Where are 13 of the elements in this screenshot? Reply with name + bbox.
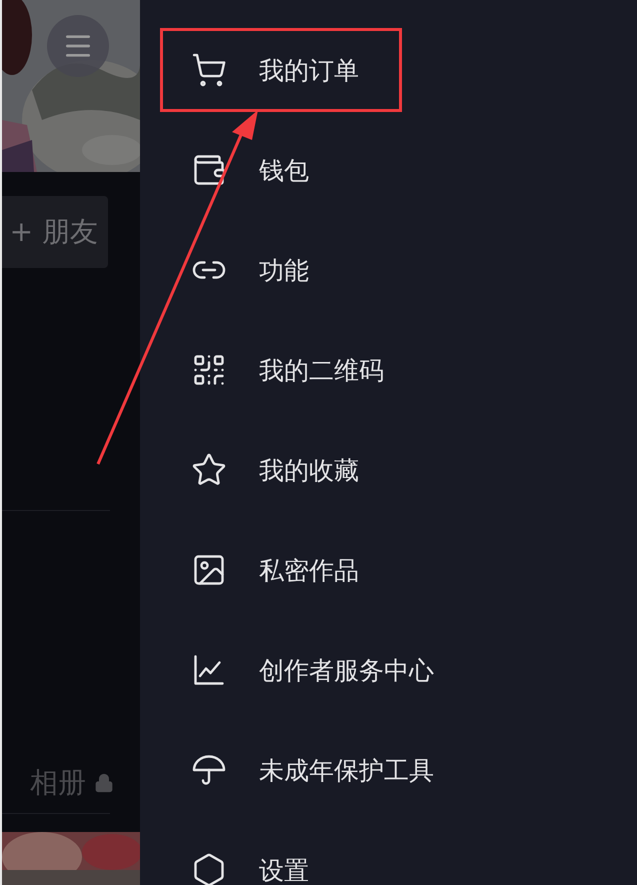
menu-item[interactable]: 我的订单 [160, 28, 402, 112]
lock-icon [94, 773, 114, 793]
menu-item[interactable]: 私密作品 [160, 528, 402, 612]
menu-item[interactable]: 创作者服务中心 [160, 628, 449, 712]
menu-item[interactable]: 钱包 [160, 128, 402, 212]
star-icon [191, 452, 227, 488]
album-label: 相册 [30, 765, 86, 801]
menu-item[interactable]: 功能 [160, 228, 402, 312]
menu-item[interactable]: 我的收藏 [160, 428, 402, 512]
menu-item[interactable]: 未成年保护工具 [160, 728, 449, 812]
menu-item[interactable]: 我的二维码 [160, 328, 402, 412]
cart-icon [191, 52, 227, 88]
menu-item[interactable]: 设置 [160, 828, 402, 885]
